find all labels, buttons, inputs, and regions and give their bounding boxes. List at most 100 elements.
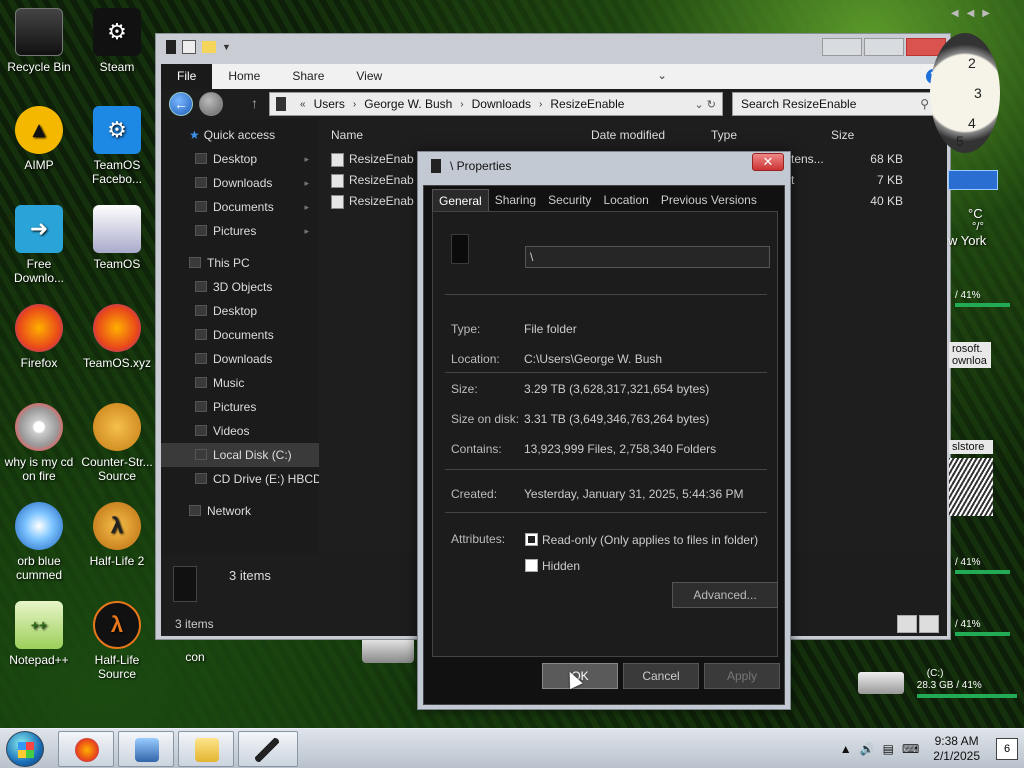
checkbox-unchecked[interactable] xyxy=(525,559,538,572)
desktop-icon-steam[interactable]: ⚙ Steam xyxy=(78,8,156,74)
cancel-button[interactable]: Cancel xyxy=(623,663,699,689)
apply-button[interactable]: Apply xyxy=(704,663,780,689)
breadcrumb-downloads[interactable]: Downloads xyxy=(472,97,531,111)
tab-view[interactable]: View xyxy=(340,64,398,89)
column-date-modified[interactable]: Date modified xyxy=(591,128,665,142)
sidebar-item-desktop-pc[interactable]: Desktop xyxy=(161,299,319,323)
chevron-down-icon[interactable]: ⌄ xyxy=(655,69,670,84)
breadcrumb-resizeenable[interactable]: ResizeEnable xyxy=(550,97,624,111)
desktop-icon-label: Free Downlo... xyxy=(13,257,65,285)
sidebar-item-pictures[interactable]: Pictures ▸ xyxy=(161,219,319,243)
sidebar-item-desktop[interactable]: Desktop ▸ xyxy=(161,147,319,171)
clock-gadget[interactable]: 2 3 4 5 xyxy=(930,33,1000,153)
computer-icon xyxy=(189,257,201,268)
sidebar-item-cd-drive[interactable]: CD Drive (E:) HBCD_ xyxy=(161,467,319,491)
half-life-icon: λ xyxy=(93,601,141,649)
desktop-icon-teamos[interactable]: TeamOS xyxy=(78,205,156,271)
taskbar-notepad[interactable] xyxy=(238,731,298,767)
sidebar-item-3d-objects[interactable]: 3D Objects xyxy=(161,275,319,299)
folder-name-field[interactable]: \ xyxy=(525,246,770,268)
column-name[interactable]: Name xyxy=(331,128,363,142)
advanced-button[interactable]: Advanced... xyxy=(672,582,778,608)
window-snippet[interactable]: slstore xyxy=(949,440,993,454)
chevron-right-icon[interactable]: « xyxy=(300,99,306,110)
sidebar-item-documents[interactable]: Documents ▸ xyxy=(161,195,319,219)
search-input[interactable]: Search ResizeEnable ⚲ xyxy=(732,92,937,116)
desktop-icon-aimp[interactable]: ▲ AIMP xyxy=(0,106,78,172)
close-button[interactable]: ✕ xyxy=(752,153,784,171)
large-icons-view-button[interactable] xyxy=(919,615,939,633)
checkbox-indeterminate[interactable] xyxy=(525,533,538,546)
chevron-down-icon[interactable]: ▼ xyxy=(222,42,231,52)
desktop-icon-teamos-xyz[interactable]: TeamOS.xyz xyxy=(78,304,156,370)
breadcrumb-users[interactable]: Users xyxy=(314,97,345,111)
tab-location[interactable]: Location xyxy=(597,189,654,211)
desktop-icon-teamos-facebook[interactable]: ⚙ TeamOS Facebo... xyxy=(78,106,156,186)
tab-previous-versions[interactable]: Previous Versions xyxy=(655,189,763,211)
column-size[interactable]: Size xyxy=(831,128,854,142)
sidebar-item-downloads-pc[interactable]: Downloads xyxy=(161,347,319,371)
sidebar-item-quick-access[interactable]: ★ Quick access xyxy=(161,123,319,147)
sidebar-item-pictures-pc[interactable]: Pictures xyxy=(161,395,319,419)
desktop-icon-half-life-source[interactable]: λ Half-Life Source xyxy=(78,601,156,681)
sidebar-item-this-pc[interactable]: This PC xyxy=(161,251,319,275)
desktop-icon-blue-orb[interactable]: orb blue cummed xyxy=(0,502,78,582)
tab-home[interactable]: Home xyxy=(212,64,276,89)
weather-gadget[interactable]: °C °/° w York xyxy=(948,206,986,248)
forward-button[interactable] xyxy=(199,92,223,116)
details-view-button[interactable] xyxy=(897,615,917,633)
start-button[interactable] xyxy=(6,731,44,767)
drive-gadget[interactable]: (C:) 28.3 GB / 41% xyxy=(858,668,1017,698)
sidebar-item-videos[interactable]: Videos xyxy=(161,419,319,443)
volume-icon[interactable]: 🔊 xyxy=(860,742,875,756)
column-type[interactable]: Type xyxy=(711,128,737,142)
chevron-right-icon[interactable]: › xyxy=(353,99,356,110)
maximize-button[interactable] xyxy=(864,38,904,56)
tab-share[interactable]: Share xyxy=(276,64,340,89)
desktop-icon-counter-strike[interactable]: Counter-Str... Source xyxy=(78,403,156,483)
ok-button[interactable]: OK xyxy=(542,663,618,689)
tab-security[interactable]: Security xyxy=(542,189,597,211)
snippet-text: ownloa xyxy=(952,355,987,367)
keyboard-icon[interactable]: ⌨ xyxy=(902,742,919,756)
videos-icon xyxy=(195,425,207,436)
network-icon[interactable]: ▤ xyxy=(883,742,894,756)
taskbar-firefox[interactable] xyxy=(58,731,114,767)
sidebar-item-downloads[interactable]: Downloads ▸ xyxy=(161,171,319,195)
tab-general[interactable]: General xyxy=(432,189,489,211)
sidebar-item-local-disk[interactable]: Local Disk (C:) xyxy=(161,443,319,467)
chevron-right-icon[interactable]: › xyxy=(460,99,463,110)
tab-file[interactable]: File xyxy=(161,64,213,89)
back-button[interactable]: ← xyxy=(169,92,193,116)
desktop-icon-free-download[interactable]: ➜ Free Downlo... xyxy=(0,205,78,285)
general-panel: \ Type: File folder Location: C:\Users\Geo… xyxy=(432,211,778,657)
properties-icon[interactable] xyxy=(182,40,196,54)
window-snippet[interactable]: rosoft. ownloa xyxy=(949,342,991,368)
taskbar-computer[interactable] xyxy=(118,731,174,767)
hidden-checkbox[interactable]: Hidden xyxy=(525,559,580,573)
sidebar-item-network[interactable]: Network xyxy=(161,499,319,523)
desktop-icon-burning-cd[interactable]: why is my cd on fire xyxy=(0,403,78,483)
desktop-icon-con[interactable]: con xyxy=(156,650,234,664)
address-bar[interactable]: « Users › George W. Bush › Downloads › R… xyxy=(269,92,723,116)
refresh-icon[interactable]: ⌄ ↻ xyxy=(695,98,717,111)
new-folder-icon[interactable] xyxy=(202,41,216,53)
sidebar-item-music[interactable]: Music xyxy=(161,371,319,395)
taskbar-clock[interactable]: 9:38 AM 2/1/2025 xyxy=(933,734,980,764)
gadget-nav-arrows[interactable]: ◀◀▶ xyxy=(951,8,998,19)
sidebar-item-documents-pc[interactable]: Documents xyxy=(161,323,319,347)
desktop-icon-firefox[interactable]: Firefox xyxy=(0,304,78,370)
tab-sharing[interactable]: Sharing xyxy=(489,189,542,211)
taskbar-explorer[interactable] xyxy=(178,731,234,767)
usage-meter: / 41% xyxy=(955,619,1010,636)
chevron-right-icon[interactable]: › xyxy=(539,99,542,110)
readonly-checkbox[interactable]: Read-only (Only applies to files in fold… xyxy=(525,533,758,547)
show-hidden-icons[interactable]: ▲ xyxy=(840,742,852,756)
minimize-button[interactable] xyxy=(822,38,862,56)
desktop-icon-recycle-bin[interactable]: Recycle Bin xyxy=(0,8,78,74)
notification-badge[interactable]: 6 xyxy=(996,738,1018,760)
desktop-icon-half-life-2[interactable]: λ Half-Life 2 xyxy=(78,502,156,568)
up-button[interactable]: ↑ xyxy=(251,95,258,111)
desktop-icon-notepad-plus-plus[interactable]: ++ Notepad++ xyxy=(0,601,78,667)
breadcrumb-user[interactable]: George W. Bush xyxy=(364,97,452,111)
